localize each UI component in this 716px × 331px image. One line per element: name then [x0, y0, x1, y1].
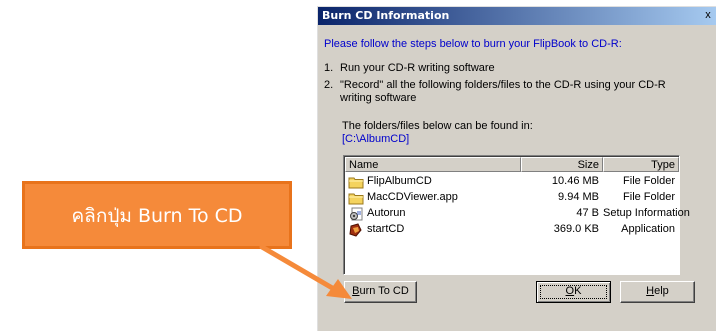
file-row[interactable]: MacCDViewer.app 9.94 MB File Folder	[345, 190, 678, 206]
location-path: [C:\AlbumCD]	[342, 133, 410, 145]
file-size: 10.46 MB	[551, 175, 599, 187]
file-size: 47 B	[576, 207, 599, 219]
help-label-rest: elp	[654, 285, 669, 297]
step-text: Run your CD-R writing software	[340, 62, 495, 74]
application-icon	[349, 223, 362, 237]
location-label: The folders/files below can be found in:	[342, 120, 533, 132]
dialog-titlebar[interactable]: Burn CD Information x	[318, 7, 716, 25]
file-type: Application	[621, 223, 675, 235]
column-header-size[interactable]: Size	[521, 157, 603, 172]
step-number: 2.	[324, 79, 334, 91]
file-size: 9.94 MB	[558, 191, 599, 203]
file-name: FlipAlbumCD	[367, 175, 432, 187]
file-name: startCD	[367, 223, 405, 235]
help-label: Help	[646, 285, 669, 297]
burn-label-rest: urn To CD	[359, 285, 409, 297]
annotation-text: คลิกปุ่ม Burn To CD	[71, 205, 243, 227]
column-header-type[interactable]: Type	[603, 157, 679, 172]
step-text: "Record" all the following folders/files…	[340, 79, 666, 104]
file-row[interactable]: Autorun 47 B Setup Information	[345, 206, 690, 222]
burn-cd-dialog: Burn CD Information x Please follow the …	[317, 6, 716, 331]
focus-rectangle	[540, 285, 607, 299]
dialog-title: Burn CD Information	[322, 9, 450, 22]
file-row[interactable]: FlipAlbumCD 10.46 MB File Folder	[345, 174, 678, 190]
ok-button[interactable]: OK	[536, 281, 611, 303]
help-button[interactable]: Help	[620, 281, 695, 303]
setup-file-icon	[350, 207, 363, 221]
file-type: Setup Information	[603, 207, 690, 219]
close-icon[interactable]: x	[702, 9, 714, 22]
file-type: File Folder	[623, 191, 675, 203]
column-header-name[interactable]: Name	[345, 157, 521, 172]
file-type: File Folder	[623, 175, 675, 187]
help-mnemonic: H	[646, 285, 655, 297]
intro-text: Please follow the steps below to burn yo…	[324, 38, 622, 50]
step-number: 1.	[324, 62, 334, 74]
file-size: 369.0 KB	[553, 223, 599, 235]
burn-mnemonic: B	[352, 285, 360, 297]
folder-icon	[348, 177, 364, 189]
file-list[interactable]: Name Size Type FlipAlbumCD 10.46 MB File…	[343, 155, 690, 275]
file-name: Autorun	[367, 207, 406, 219]
burn-to-cd-button[interactable]: Burn To CD	[344, 281, 417, 303]
annotation-callout: คลิกปุ่ม Burn To CD	[22, 181, 292, 249]
folder-icon	[348, 193, 364, 205]
file-list-header: Name Size Type	[345, 157, 679, 172]
file-name: MacCDViewer.app	[367, 191, 458, 203]
file-row[interactable]: startCD 369.0 KB Application	[345, 222, 678, 238]
burn-to-cd-label: Burn To CD	[352, 285, 409, 297]
